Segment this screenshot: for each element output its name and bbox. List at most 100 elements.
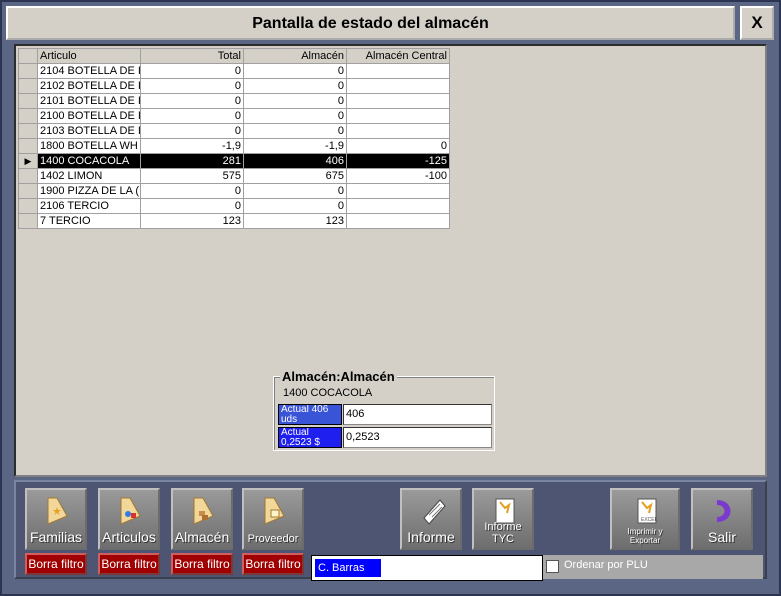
table-row[interactable]: 1800 BOTELLA WH -1,9 -1,9 0: [18, 138, 450, 154]
clipboard-report-icon: [423, 499, 446, 525]
informe-button[interactable]: Informe: [400, 488, 462, 550]
cell-almacen[interactable]: 0: [243, 93, 347, 109]
cell-articulo[interactable]: 2104 BOTELLA DE I: [37, 63, 141, 79]
column-header-articulo[interactable]: Articulo: [37, 48, 141, 64]
plu-sort-option[interactable]: Ordenar por PLU: [543, 555, 763, 579]
row-indicator[interactable]: [18, 123, 38, 139]
articulos-button[interactable]: Articulos: [98, 488, 160, 550]
table-row[interactable]: 2104 BOTELLA DE I00: [18, 63, 450, 79]
cell-articulo[interactable]: 1800 BOTELLA WH: [37, 138, 141, 154]
borra-filtro-familias-button[interactable]: Borra filtro: [25, 553, 87, 575]
row-indicator[interactable]: [18, 108, 38, 124]
almacen-button[interactable]: Almacén: [171, 488, 233, 550]
table-row[interactable]: ▶ 1400 COCACOLA 281 406 -125: [18, 153, 450, 169]
cell-almacen-central[interactable]: [346, 183, 450, 199]
cell-almacen[interactable]: 0: [243, 63, 347, 79]
svg-text:EXCEL: EXCEL: [641, 517, 658, 523]
cell-almacen-central[interactable]: -125: [346, 153, 450, 169]
cell-total[interactable]: 0: [140, 183, 244, 199]
informe-tyc-button[interactable]: Informe TYC: [472, 488, 534, 550]
row-indicator[interactable]: [18, 183, 38, 199]
cell-almacen[interactable]: 0: [243, 78, 347, 94]
stock-grid[interactable]: Articulo Total Almacén Almacén Central 2…: [18, 48, 450, 229]
cell-total[interactable]: 0: [140, 108, 244, 124]
row-indicator[interactable]: [18, 213, 38, 229]
table-row[interactable]: 2102 BOTELLA DE I00: [18, 78, 450, 94]
imprimir-exportar-label: Imprimir y Exportar: [627, 527, 663, 545]
articulos-label: Articulos: [102, 529, 156, 545]
cell-almacen[interactable]: 0: [243, 198, 347, 214]
cell-total[interactable]: 0: [140, 63, 244, 79]
table-row[interactable]: 7 TERCIO 123 123: [18, 213, 450, 229]
cell-total[interactable]: 123: [140, 213, 244, 229]
cell-total[interactable]: 0: [140, 198, 244, 214]
cell-almacen[interactable]: 0: [243, 183, 347, 199]
table-row[interactable]: 1900 PIZZA DE LA (0 0: [18, 183, 450, 199]
column-header-almacen-central[interactable]: Almacén Central: [346, 48, 450, 64]
table-row[interactable]: 1402 LIMON 575 675 -100: [18, 168, 450, 184]
familias-button[interactable]: Familias: [25, 488, 87, 550]
cell-almacen-central[interactable]: [346, 123, 450, 139]
cell-almacen[interactable]: 0: [243, 123, 347, 139]
cell-almacen-central[interactable]: [346, 63, 450, 79]
cell-almacen[interactable]: 406: [243, 153, 347, 169]
cell-total[interactable]: 0: [140, 93, 244, 109]
cell-almacen-central[interactable]: -100: [346, 168, 450, 184]
row-indicator[interactable]: [18, 168, 38, 184]
detail-cost-label: Actual 0,2523 $: [278, 427, 342, 448]
cell-almacen[interactable]: 123: [243, 213, 347, 229]
stock-panel: Articulo Total Almacén Almacén Central 2…: [14, 44, 767, 477]
proveedor-button[interactable]: Proveedor: [242, 488, 304, 550]
imprimir-exportar-button[interactable]: EXCEL Imprimir y Exportar: [610, 488, 680, 550]
cell-articulo[interactable]: 2106 TERCIO: [37, 198, 141, 214]
cell-almacen[interactable]: -1,9: [243, 138, 347, 154]
cell-articulo[interactable]: 7 TERCIO: [37, 213, 141, 229]
salir-button[interactable]: Salir: [691, 488, 753, 550]
cell-total[interactable]: 281: [140, 153, 244, 169]
column-header-almacen[interactable]: Almacén: [243, 48, 347, 64]
folder-items-icon: [120, 497, 141, 525]
plu-sort-checkbox[interactable]: [546, 560, 559, 573]
borra-filtro-proveedor-button[interactable]: Borra filtro: [242, 553, 304, 575]
row-indicator[interactable]: [18, 63, 38, 79]
cell-articulo[interactable]: 1900 PIZZA DE LA (: [37, 183, 141, 199]
cell-total[interactable]: 0: [140, 78, 244, 94]
table-row[interactable]: 2101 BOTELLA DE I00: [18, 93, 450, 109]
row-indicator[interactable]: [18, 138, 38, 154]
cell-articulo[interactable]: 1402 LIMON: [37, 168, 141, 184]
barcode-field[interactable]: C. Barras: [311, 555, 543, 581]
cell-almacen-central[interactable]: [346, 108, 450, 124]
warehouse-detail-group: Almacén:Almacén 1400 COCACOLA Actual 406…: [273, 369, 495, 451]
cell-total[interactable]: -1,9: [140, 138, 244, 154]
borra-filtro-articulos-button[interactable]: Borra filtro: [98, 553, 160, 575]
table-row[interactable]: 2100 BOTELLA DE I00: [18, 108, 450, 124]
cell-articulo[interactable]: 2102 BOTELLA DE I: [37, 78, 141, 94]
cell-almacen-central[interactable]: [346, 213, 450, 229]
cell-total[interactable]: 0: [140, 123, 244, 139]
close-button[interactable]: X: [740, 6, 774, 40]
cell-almacen[interactable]: 0: [243, 108, 347, 124]
row-indicator[interactable]: [18, 78, 38, 94]
cell-almacen-central[interactable]: [346, 198, 450, 214]
cell-articulo[interactable]: 2103 BOTELLA DE I: [37, 123, 141, 139]
row-indicator[interactable]: ▶: [18, 153, 38, 169]
cell-almacen[interactable]: 675: [243, 168, 347, 184]
cell-articulo[interactable]: 2101 BOTELLA DE I: [37, 93, 141, 109]
row-indicator[interactable]: [18, 93, 38, 109]
cell-almacen-central[interactable]: [346, 93, 450, 109]
table-row[interactable]: 2103 BOTELLA DE I00: [18, 123, 450, 139]
cell-almacen-central[interactable]: [346, 78, 450, 94]
cell-articulo[interactable]: 2100 BOTELLA DE I: [37, 108, 141, 124]
cell-articulo[interactable]: 1400 COCACOLA: [37, 153, 141, 169]
borra-filtro-almacen-button[interactable]: Borra filtro: [171, 553, 233, 575]
row-indicator[interactable]: [18, 198, 38, 214]
detail-units-value: 406: [343, 404, 492, 425]
detail-product: 1400 COCACOLA: [283, 387, 373, 399]
cell-total[interactable]: 575: [140, 168, 244, 184]
detail-cost-value: 0,2523: [343, 427, 492, 448]
exit-arrow-icon: [717, 500, 731, 522]
table-row[interactable]: 2106 TERCIO 0 0: [18, 198, 450, 214]
almacen-label: Almacén: [174, 529, 230, 545]
cell-almacen-central[interactable]: 0: [346, 138, 450, 154]
column-header-total[interactable]: Total: [140, 48, 244, 64]
